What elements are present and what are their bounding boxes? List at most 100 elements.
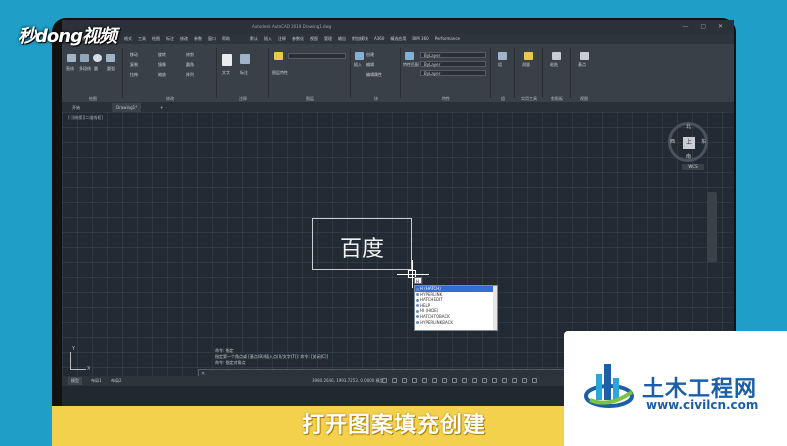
workspace-icon[interactable]: [482, 378, 487, 383]
arc-icon[interactable]: [106, 54, 115, 62]
menu-modify[interactable]: 修改: [180, 34, 188, 44]
match-properties[interactable]: 特性匹配: [403, 62, 419, 68]
compass-south[interactable]: 南: [686, 153, 691, 160]
menu-tools[interactable]: 工具: [138, 34, 146, 44]
layer-properties-icon[interactable]: [274, 52, 283, 60]
ribbon-tab-performance[interactable]: Performance: [435, 34, 460, 44]
dynamic-command-input[interactable]: H: [414, 277, 422, 284]
ribbon-tab-bim360[interactable]: BIM 360: [412, 34, 428, 44]
osnap-icon[interactable]: [422, 378, 427, 383]
annotation-scale-icon[interactable]: [472, 378, 477, 383]
isolate-icon[interactable]: [502, 378, 507, 383]
ucs-y-label: Y: [72, 346, 76, 352]
ribbon-tab-output[interactable]: 输出: [338, 34, 346, 44]
viewcube[interactable]: 上 北 南 东 西: [668, 122, 708, 162]
modify-fillet[interactable]: 圆角: [186, 62, 194, 68]
compass-east[interactable]: 东: [701, 138, 706, 145]
viewcube-top-face[interactable]: 上: [683, 137, 695, 149]
modify-trim[interactable]: 修剪: [186, 52, 194, 58]
view-base[interactable]: 基点: [578, 62, 586, 68]
modify-move[interactable]: 移动: [130, 52, 138, 58]
text-icon[interactable]: [222, 54, 232, 66]
block-insert[interactable]: 插入: [354, 62, 362, 68]
tab-start[interactable]: 开始: [68, 103, 84, 112]
annotation-text[interactable]: 文字: [222, 70, 230, 76]
snap-icon[interactable]: [392, 378, 397, 383]
match-properties-icon[interactable]: [405, 52, 414, 60]
units-icon[interactable]: [492, 378, 497, 383]
draw-tool-arc[interactable]: 圆弧: [107, 66, 115, 72]
menu-window[interactable]: 窗口: [208, 34, 216, 44]
clean-screen-icon[interactable]: [522, 378, 527, 383]
group-icon[interactable]: [498, 52, 507, 60]
mtext-object[interactable]: 百度: [312, 218, 412, 270]
ribbon-tab-insert[interactable]: 插入: [264, 34, 272, 44]
layer-dropdown[interactable]: [288, 53, 346, 59]
dimension-icon[interactable]: [240, 54, 250, 64]
modify-mirror[interactable]: 镜像: [158, 62, 166, 68]
ribbon-tab-parametric[interactable]: 参数化: [292, 34, 304, 44]
clipboard-paste[interactable]: 粘贴: [550, 62, 558, 68]
transparency-icon[interactable]: [452, 378, 457, 383]
polar-icon[interactable]: [412, 378, 417, 383]
color-dropdown[interactable]: ByLayer: [420, 52, 486, 58]
menu-draw[interactable]: 绘图: [152, 34, 160, 44]
ribbon-tab-view[interactable]: 视图: [310, 34, 318, 44]
ribbon-tab-a360[interactable]: A360: [374, 34, 384, 44]
ribbon-tab-manage[interactable]: 管理: [324, 34, 332, 44]
ribbon-tab-featured[interactable]: 精选应用: [390, 34, 406, 44]
window-controls[interactable]: — ▢ ✕: [682, 23, 728, 30]
measure-icon[interactable]: [524, 52, 533, 60]
ribbon-tab-annotate[interactable]: 注释: [278, 34, 286, 44]
draw-tool-polyline[interactable]: 多段线: [79, 66, 91, 72]
modify-rotate[interactable]: 旋转: [158, 52, 166, 58]
ribbon-tab-addins[interactable]: 附加模块: [352, 34, 368, 44]
menu-help[interactable]: 帮助: [222, 34, 230, 44]
tab-model[interactable]: 模型: [68, 377, 82, 385]
ortho-icon[interactable]: [402, 378, 407, 383]
tab-drawing1[interactable]: Drawing1*: [112, 103, 142, 112]
block-edit[interactable]: 编辑: [366, 62, 374, 68]
ribbon-tab-home[interactable]: 默认: [250, 34, 258, 44]
tab-layout1[interactable]: 布局1: [88, 377, 105, 385]
paste-icon[interactable]: [552, 52, 561, 60]
draw-tool-circle[interactable]: 圆: [94, 66, 98, 72]
selection-cycling-icon[interactable]: [462, 378, 467, 383]
compass-north[interactable]: 北: [686, 123, 691, 130]
utilities-measure[interactable]: 测量: [522, 62, 530, 68]
block-create[interactable]: 创建: [366, 52, 374, 58]
lineweight-icon[interactable]: [442, 378, 447, 383]
autocomplete-scrollbar[interactable]: [493, 286, 497, 330]
tab-layout2[interactable]: 布局2: [108, 377, 125, 385]
linetype-dropdown[interactable]: ByLayer: [420, 61, 486, 67]
block-edit-attributes[interactable]: 编辑属性: [366, 72, 382, 78]
compass-west[interactable]: 西: [670, 138, 675, 145]
hardware-accel-icon[interactable]: [512, 378, 517, 383]
modify-stretch[interactable]: 拉伸: [130, 72, 138, 78]
circle-icon[interactable]: [93, 54, 102, 62]
line-icon[interactable]: [67, 54, 76, 62]
new-tab-plus-icon[interactable]: +: [156, 103, 167, 112]
menu-dimension[interactable]: 标注: [166, 34, 174, 44]
annotation-dimension[interactable]: 标注: [240, 70, 248, 76]
menu-parametric[interactable]: 参数: [194, 34, 202, 44]
modify-copy[interactable]: 复制: [130, 62, 138, 68]
draw-tool-line[interactable]: 直线: [66, 66, 74, 72]
hyperlink-back-icon: [416, 321, 419, 325]
base-point-icon[interactable]: [580, 52, 589, 60]
block-insert-icon[interactable]: [355, 52, 364, 60]
modify-array[interactable]: 阵列: [186, 72, 194, 78]
wcs-menu[interactable]: WCS: [682, 164, 704, 170]
navigation-bar[interactable]: [707, 192, 717, 262]
viewport-controls[interactable]: [-][俯视][二维线框]: [68, 115, 103, 121]
otrack-icon[interactable]: [432, 378, 437, 383]
menu-format[interactable]: 格式: [124, 34, 132, 44]
modify-scale[interactable]: 缩放: [158, 72, 166, 78]
customization-icon[interactable]: [532, 378, 537, 383]
polyline-icon[interactable]: [80, 54, 89, 62]
group-tool[interactable]: 组: [498, 62, 502, 68]
grid-icon[interactable]: [382, 378, 387, 383]
lineweight-dropdown[interactable]: ByLayer: [420, 70, 486, 76]
layer-properties[interactable]: 图层特性: [272, 70, 288, 76]
autocomplete-item[interactable]: HYPERLINKBACK: [415, 320, 497, 326]
